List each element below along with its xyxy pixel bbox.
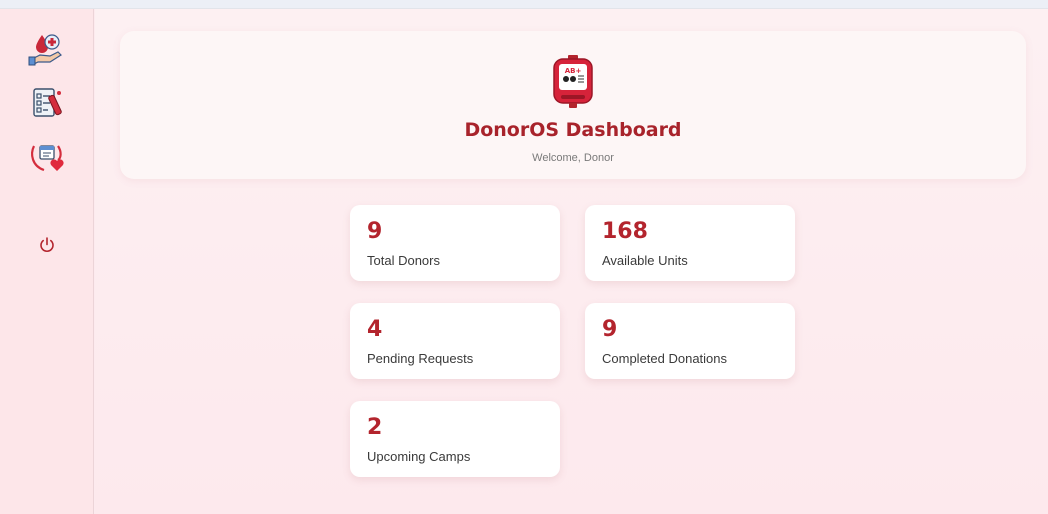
stat-value: 9 (602, 317, 618, 342)
stat-card-pending-requests[interactable]: 4 Pending Requests (350, 303, 560, 379)
app-window: AB+ DonorOS Dashboard Welcome, Donor 9 T… (0, 0, 1048, 514)
stat-card-completed-donations[interactable]: 9 Completed Donations (585, 303, 795, 379)
stat-label: Pending Requests (367, 351, 474, 366)
main-content: AB+ DonorOS Dashboard Welcome, Donor 9 T… (95, 9, 1048, 514)
power-icon (40, 237, 54, 252)
dashboard-header: AB+ DonorOS Dashboard Welcome, Donor (120, 31, 1026, 179)
blood-donation-hand-icon (28, 34, 62, 66)
welcome-message: Welcome, Donor (532, 152, 614, 164)
donation-calendar-heart-icon (31, 145, 64, 172)
stat-value: 168 (602, 219, 648, 244)
stat-card-available-units[interactable]: 168 Available Units (585, 205, 795, 281)
stat-label: Completed Donations (602, 351, 728, 366)
stat-value: 9 (367, 219, 383, 244)
stat-label: Total Donors (367, 253, 440, 268)
page-title: DonorOS Dashboard (464, 119, 682, 141)
logout-button[interactable] (27, 227, 67, 263)
sidebar-item-appointments[interactable] (27, 139, 67, 175)
blood-test-checklist-icon (33, 88, 62, 117)
stat-card-total-donors[interactable]: 9 Total Donors (350, 205, 560, 281)
stat-value: 2 (367, 415, 383, 440)
stat-label: Available Units (602, 253, 688, 268)
sidebar (0, 9, 94, 514)
sidebar-item-donate[interactable] (27, 31, 67, 67)
stat-label: Upcoming Camps (367, 449, 471, 464)
sidebar-item-blood-tests[interactable] (27, 85, 67, 121)
top-strip (0, 0, 1048, 9)
stat-card-upcoming-camps[interactable]: 2 Upcoming Camps (350, 401, 560, 477)
blood-bag-icon: AB+ (553, 55, 593, 108)
stat-value: 4 (367, 317, 383, 342)
blood-type-badge: AB+ (565, 67, 582, 75)
